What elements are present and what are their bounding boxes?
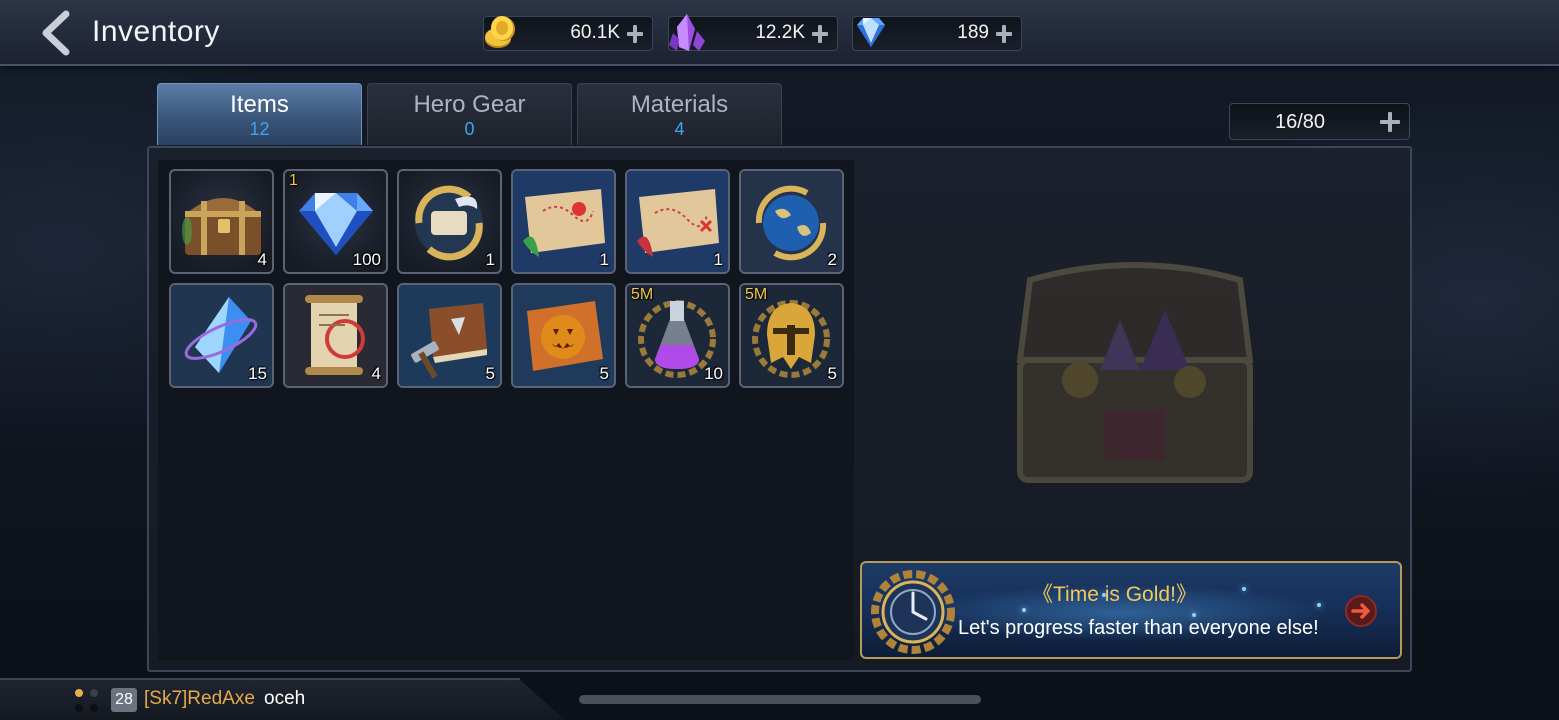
diamond-resource: 189 [852,16,1022,51]
tab-label: Items [230,91,289,118]
back-button[interactable] [36,10,76,56]
item-quantity: 1 [599,250,609,269]
purple-crystal-icon [669,14,705,51]
tab-items[interactable]: Items 12 [157,83,362,145]
tab-hero-gear[interactable]: Hero Gear 0 [367,83,572,145]
tab-count: 12 [249,119,270,139]
tab-label: Hero Gear [413,91,526,118]
chat-dots-icon [75,689,98,712]
item-quantity: 10 [704,364,723,383]
item-slot[interactable]: 2 [739,169,844,274]
gold-coin-icon [485,16,515,48]
item-quantity: 15 [248,364,267,383]
item-tag: 1 [289,172,298,189]
plus-icon [993,22,1015,46]
capacity-value: 16/80 [1274,111,1326,133]
chevron-left-icon [42,10,70,56]
item-slot[interactable]: 1 [397,169,502,274]
plus-icon [809,22,831,46]
add-diamond-button[interactable] [993,22,1015,46]
add-gold-button[interactable] [624,22,646,46]
crystal-value: 12.2K [755,22,805,43]
item-slot[interactable]: 1 100 [283,169,388,274]
item-slot[interactable]: 1 [511,169,616,274]
item-quantity: 5 [827,364,837,383]
player-level-badge: 28 [111,688,137,712]
item-slot[interactable]: 5 [397,283,502,388]
tab-label: Materials [630,91,729,118]
crystal-resource: 12.2K [668,14,838,51]
item-tag: 5M [745,286,768,303]
inventory-screen: Inventory 60.1K 12.2K 189 Items 12 Hero … [0,0,1559,720]
item-slot[interactable]: 1 [625,169,730,274]
tab-count: 4 [674,119,685,139]
arrow-right-icon[interactable] [1344,594,1378,628]
item-tag: 5M [631,286,654,303]
item-quantity: 100 [352,250,381,269]
item-slot[interactable]: 5M 10 [625,283,730,388]
banner-title: 《Time is Gold!》 [1032,583,1197,606]
item-quantity: 1 [485,250,495,269]
item-quantity: 5 [599,364,609,383]
inventory-capacity: 16/80 [1229,103,1410,140]
clock-gear-icon [871,570,955,654]
item-slot[interactable]: 5 [511,283,616,388]
item-quantity: 4 [257,250,267,269]
chat-divider [0,678,520,680]
plus-icon [624,22,646,46]
banner-subtitle: Let's progress faster than everyone else… [958,617,1319,639]
page-title: Inventory [92,15,220,48]
expand-capacity-button[interactable] [1377,109,1403,135]
item-preview-chest-image [1016,262,1254,483]
item-quantity: 1 [713,250,723,269]
item-slot[interactable]: 15 [169,283,274,388]
add-crystal-button[interactable] [809,22,831,46]
tab-materials[interactable]: Materials 4 [577,83,782,145]
chat-player-name: [Sk7]RedAxe [144,688,255,709]
home-indicator[interactable] [579,695,981,704]
gold-value: 60.1K [570,22,620,43]
time-is-gold-banner[interactable]: 《Time is Gold!》 Let's progress faster th… [860,561,1402,659]
item-quantity: 4 [371,364,381,383]
item-quantity: 2 [827,250,837,269]
gold-resource: 60.1K [483,16,653,51]
diamond-value: 189 [957,22,989,43]
chat-message: oceh [264,688,306,709]
diamond-icon [857,18,885,47]
item-quantity: 5 [485,364,495,383]
chat-bar[interactable]: 28 [Sk7]RedAxe oceh [0,680,565,720]
tab-count: 0 [464,119,475,139]
item-slot[interactable]: 4 [169,169,274,274]
plus-icon [1377,109,1403,135]
top-bar: Inventory 60.1K 12.2K 189 [0,0,1559,66]
item-slot[interactable]: 4 [283,283,388,388]
item-slot[interactable]: 5M 5 [739,283,844,388]
